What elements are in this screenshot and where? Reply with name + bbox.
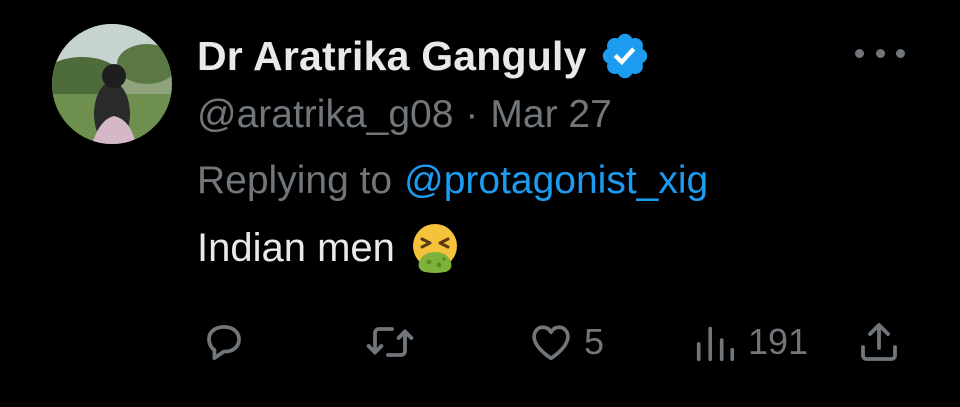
more-options-icon[interactable] (855, 38, 905, 68)
author-handle[interactable]: @aratrika_g08 (197, 93, 453, 137)
share-icon (861, 323, 897, 361)
heart-icon (532, 325, 570, 361)
face-vomiting-emoji (412, 224, 457, 273)
tweet-text-content: Indian men (197, 225, 395, 270)
views-count: 191 (748, 321, 809, 362)
meta-separator: · (465, 93, 479, 136)
more-dot (875, 48, 885, 58)
like-count: 5 (584, 321, 605, 362)
tweet-text: Indian men (197, 220, 461, 276)
retweet-icon (366, 327, 414, 357)
display-name[interactable]: Dr Aratrika Ganguly (197, 33, 587, 80)
views-button[interactable]: 191 (692, 318, 808, 366)
meta-row: @aratrika_g08 · Mar 27 (197, 89, 612, 141)
retweet-button[interactable] (363, 318, 417, 366)
replying-to-handle[interactable]: @protagonist_xig (404, 159, 708, 203)
replying-to: Replying to @protagonist_xig (197, 155, 708, 207)
avatar-image (52, 24, 172, 144)
verified-badge-icon (602, 33, 647, 79)
tweet-date[interactable]: Mar 27 (490, 93, 611, 137)
avatar[interactable] (52, 24, 172, 144)
more-dot (855, 48, 864, 58)
more-dot (896, 48, 905, 58)
share-button[interactable] (855, 318, 903, 366)
like-button[interactable]: 5 (528, 318, 604, 366)
author-row: Dr Aratrika Ganguly (197, 28, 651, 84)
replying-label: Replying to (197, 159, 393, 202)
tweet: Dr Aratrika Ganguly @aratrika_g08 · Mar … (0, 0, 960, 407)
reply-icon (207, 325, 241, 360)
analytics-icon (696, 326, 735, 362)
reply-button[interactable] (200, 318, 258, 366)
